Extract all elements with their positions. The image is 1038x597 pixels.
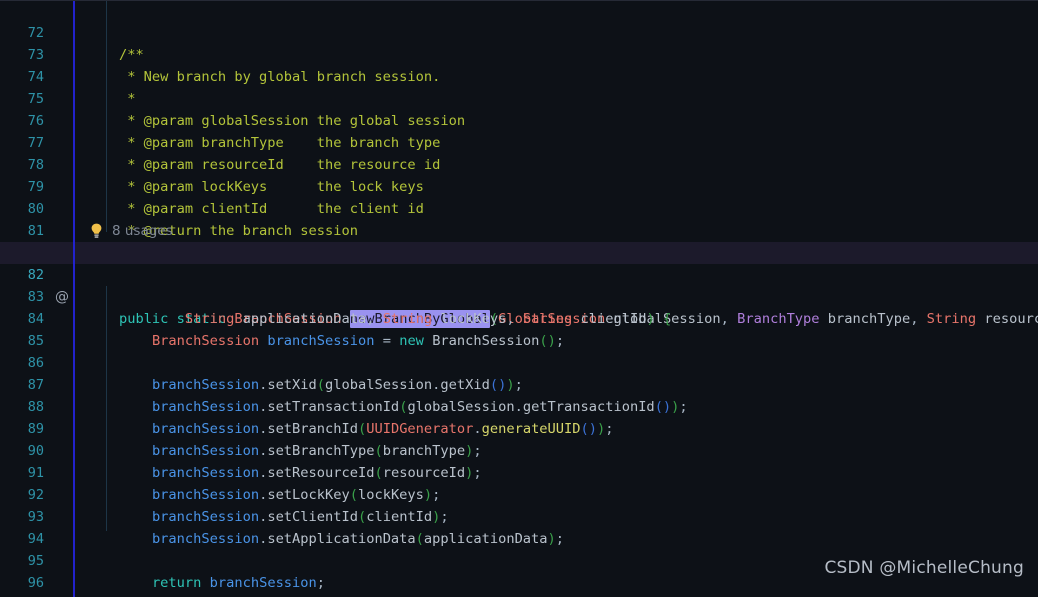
- code-line[interactable]: 91 branchSession.setLockKey(lockKeys);: [0, 440, 1038, 503]
- code-line[interactable]: 79 * @param clientId the client id: [0, 154, 1038, 217]
- lightbulb-icon[interactable]: [90, 223, 103, 239]
- code-line[interactable]: 93 branchSession.setApplicationData(appl…: [0, 484, 1038, 547]
- code-line[interactable]: 78 * @param lockKeys the lock keys: [0, 132, 1038, 195]
- vcs-change-marker[interactable]: [73, 0, 75, 597]
- code-line[interactable]: 95 return branchSession;: [0, 528, 1038, 591]
- code-line[interactable]: 77 * @param resourceId the resource id: [0, 110, 1038, 173]
- code-line[interactable]: 87 branchSession.setTransactionId(global…: [0, 352, 1038, 415]
- code-line-current[interactable]: 82 @ public static BranchSession newBran…: [0, 242, 1038, 328]
- code-line[interactable]: 88 branchSession.setBranchId(UUIDGenerat…: [0, 374, 1038, 437]
- code-line[interactable]: 83 String applicationData, String lockKe…: [0, 264, 1038, 327]
- code-line[interactable]: 74 *: [0, 44, 1038, 107]
- code-line[interactable]: 90 branchSession.setResourceId(resourceI…: [0, 418, 1038, 481]
- code-line[interactable]: 81 */: [0, 198, 1038, 261]
- code-line[interactable]: 72 /**: [0, 0, 1038, 63]
- usages-hint-row[interactable]: 8 usages: [0, 220, 1038, 242]
- code-line[interactable]: 73 * New branch by global branch session…: [0, 22, 1038, 85]
- watermark-label: CSDN @MichelleChung: [824, 558, 1024, 578]
- code-line[interactable]: 84 BranchSession branchSession = new Bra…: [0, 286, 1038, 349]
- code-line[interactable]: 76 * @param branchType the branch type: [0, 88, 1038, 151]
- code-line[interactable]: 85: [0, 308, 1038, 349]
- code-editor[interactable]: 72 /** 73 * New branch by global branch …: [0, 0, 1038, 597]
- code-line[interactable]: 80 * @return the branch session: [0, 176, 1038, 239]
- code-line[interactable]: 86 branchSession.setXid(globalSession.ge…: [0, 330, 1038, 393]
- code-line[interactable]: 92 branchSession.setClientId(clientId);: [0, 462, 1038, 525]
- code-line[interactable]: 89 branchSession.setBranchType(branchTyp…: [0, 396, 1038, 459]
- usages-count-label[interactable]: 8 usages: [112, 220, 173, 242]
- top-divider: [0, 0, 1038, 1]
- code-line[interactable]: 94: [0, 506, 1038, 547]
- code-line[interactable]: 75 * @param globalSession the global ses…: [0, 66, 1038, 129]
